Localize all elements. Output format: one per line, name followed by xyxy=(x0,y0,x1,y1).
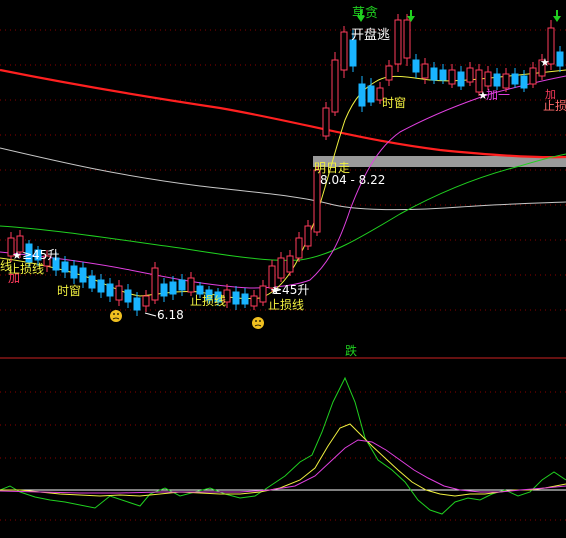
candle-body xyxy=(322,107,330,137)
indicator-yellow-line xyxy=(0,423,566,497)
indicator-magenta-line xyxy=(0,439,566,494)
candle-body xyxy=(286,255,294,273)
candle-body xyxy=(106,283,114,297)
rise-label-1: ≥45升 xyxy=(22,248,59,262)
svg-text:★: ★ xyxy=(270,284,280,297)
candle-body xyxy=(367,85,375,103)
candle-body xyxy=(97,279,105,293)
low-pointer xyxy=(144,312,157,317)
candle-body xyxy=(430,67,438,81)
candle-body xyxy=(133,297,141,311)
candle-body xyxy=(88,275,96,289)
candle-body xyxy=(394,19,402,65)
stop-label-3: 止损线 xyxy=(268,298,304,312)
ma-magenta-line xyxy=(0,75,566,289)
candle-body xyxy=(358,83,366,107)
timing-label-1: 时窗 xyxy=(382,96,406,110)
candle-body xyxy=(403,19,411,59)
stop-label-1: 止损线 xyxy=(8,262,44,276)
candle-body xyxy=(196,285,204,295)
candle-body xyxy=(142,295,150,307)
candle-body xyxy=(457,71,465,87)
candle-body xyxy=(259,285,267,303)
stop-label-2: 止损线 xyxy=(190,294,226,308)
candle-body xyxy=(151,267,159,301)
candle-body xyxy=(484,71,492,87)
small-left-label: 线 xyxy=(0,259,12,273)
sad-face-icon xyxy=(110,310,264,329)
candle-body xyxy=(439,69,447,81)
candle-body xyxy=(520,75,528,89)
timing-label-2: 时窗 xyxy=(57,284,81,298)
candle-body xyxy=(250,295,258,307)
candle-body xyxy=(277,257,285,279)
candle-body xyxy=(466,67,474,83)
add-label-2: 加一 xyxy=(486,88,510,102)
candle-body xyxy=(556,51,564,67)
stock-chart[interactable]: 草贪 开盘逃 时窗 时窗 加一 止损 加 止损线 ≥45升 线 止损线 止损线 … xyxy=(0,0,566,538)
candle-body xyxy=(160,283,168,297)
top-signal-label: 草贪 xyxy=(352,6,378,21)
ma-green-line xyxy=(0,153,566,261)
candle-body xyxy=(187,277,195,293)
add-label-3: 加 xyxy=(545,88,556,101)
price-low-label: 6.18 xyxy=(157,308,184,322)
svg-text:★: ★ xyxy=(540,56,550,69)
candle-body xyxy=(493,73,501,87)
candle-body xyxy=(340,31,348,71)
candle-body xyxy=(331,59,339,113)
candle-body xyxy=(412,59,420,73)
candle-body xyxy=(70,265,78,279)
candle-body xyxy=(295,237,303,259)
candle-body xyxy=(385,65,393,81)
candle-body xyxy=(232,291,240,305)
candle-body xyxy=(178,279,186,291)
candle-body xyxy=(511,73,519,85)
svg-text:★: ★ xyxy=(12,249,22,262)
candle-body xyxy=(529,67,537,85)
svg-text:★: ★ xyxy=(478,89,488,102)
stop-label-4: 止损 xyxy=(543,99,566,113)
indicator-panel-label: 跌 xyxy=(345,343,357,358)
candle-body xyxy=(421,63,429,79)
escape-label: 开盘逃 xyxy=(351,27,390,43)
candle-body xyxy=(304,225,312,247)
candle-body xyxy=(448,69,456,85)
candle-body xyxy=(349,39,357,67)
candle-body xyxy=(502,73,510,89)
candle-body xyxy=(115,285,123,301)
band-range: 8.04 - 8.22 xyxy=(320,173,385,187)
candle-body xyxy=(124,289,132,303)
candle-body xyxy=(61,261,69,273)
green-arrow-icon xyxy=(357,10,561,22)
candle-body xyxy=(79,267,87,283)
indicator-grid xyxy=(0,391,566,521)
candle-body xyxy=(241,293,249,305)
candle-body xyxy=(169,281,177,295)
